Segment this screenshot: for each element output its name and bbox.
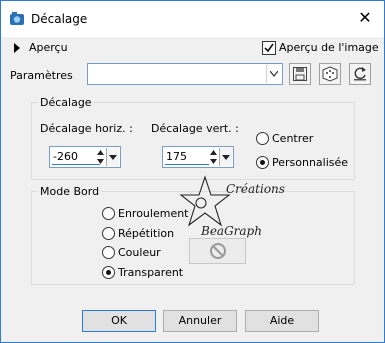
help-button[interactable]: Aide — [245, 310, 319, 332]
checkmark-icon — [264, 43, 274, 53]
chevron-down-icon — [222, 155, 230, 160]
window-title: Décalage — [31, 12, 88, 26]
svg-text:Créations: Créations — [226, 182, 285, 196]
chevron-down-icon[interactable] — [266, 65, 281, 83]
reset-button[interactable] — [349, 63, 371, 85]
expand-arrow-icon[interactable] — [14, 43, 20, 53]
value-underline — [165, 164, 209, 165]
preview-row: Aperçu Aperçu de l'image — [1, 39, 384, 57]
spin-arrows-icon[interactable] — [96, 148, 105, 166]
color-radio-label[interactable]: Couleur — [118, 246, 161, 259]
presets-label: Paramètres — [10, 69, 73, 82]
close-icon[interactable]: ✕ — [356, 9, 374, 27]
repeat-radio[interactable] — [102, 227, 115, 240]
edge-mode-legend: Mode Bord — [38, 185, 102, 198]
custom-radio-label[interactable]: Personnalisée — [272, 156, 348, 169]
offset-group-legend: Décalage — [38, 96, 94, 109]
radio-selected-dot — [106, 270, 111, 275]
app-icon — [9, 11, 25, 27]
presets-combo[interactable] — [87, 63, 283, 85]
ok-button[interactable]: OK — [82, 310, 156, 332]
chevron-down-icon — [109, 155, 117, 160]
transparent-radio[interactable] — [102, 266, 115, 279]
horizontal-offset-value[interactable]: -260 — [53, 150, 78, 163]
repeat-radio-label[interactable]: Répétition — [118, 227, 174, 240]
slider-dropdown-button[interactable] — [219, 148, 232, 166]
title-bar: Décalage ✕ — [1, 1, 384, 37]
wrap-radio-label[interactable]: Enroulement — [118, 207, 189, 220]
no-color-icon — [210, 243, 226, 259]
dice-icon — [322, 66, 338, 82]
random-button[interactable] — [319, 63, 341, 85]
watermark-logo: Créations BeaGraph — [179, 175, 285, 238]
dialog-window: Décalage ✕ Aperçu Aperçu de l'image Para… — [0, 0, 385, 343]
spin-arrows-icon[interactable] — [209, 148, 218, 166]
transparent-radio-label[interactable]: Transparent — [118, 266, 183, 279]
center-radio[interactable] — [256, 132, 269, 145]
slider-dropdown-button[interactable] — [106, 148, 119, 166]
center-radio-label[interactable]: Centrer — [272, 132, 313, 145]
custom-radio[interactable] — [256, 156, 269, 169]
color-radio[interactable] — [102, 246, 115, 259]
cancel-button[interactable]: Annuler — [163, 310, 237, 332]
preview-image-label[interactable]: Aperçu de l'image — [279, 41, 379, 54]
preview-toggle-label[interactable]: Aperçu — [29, 41, 68, 54]
vertical-offset-spinner[interactable]: 175 — [162, 146, 234, 168]
floppy-disk-icon — [293, 67, 307, 81]
save-preset-button[interactable] — [289, 63, 311, 85]
vertical-offset-value[interactable]: 175 — [166, 150, 187, 163]
svg-text:BeaGraph: BeaGraph — [200, 224, 262, 238]
color-swatch[interactable] — [189, 238, 246, 264]
value-underline — [52, 164, 100, 165]
horizontal-offset-label: Décalage horiz. : — [40, 122, 133, 135]
vertical-offset-label: Décalage vert. : — [151, 122, 239, 135]
wrap-radio[interactable] — [102, 207, 115, 220]
reset-arrow-icon — [354, 67, 366, 81]
horizontal-offset-spinner[interactable]: -260 — [49, 146, 121, 168]
radio-selected-dot — [260, 160, 265, 165]
preview-image-checkbox[interactable] — [262, 41, 276, 55]
